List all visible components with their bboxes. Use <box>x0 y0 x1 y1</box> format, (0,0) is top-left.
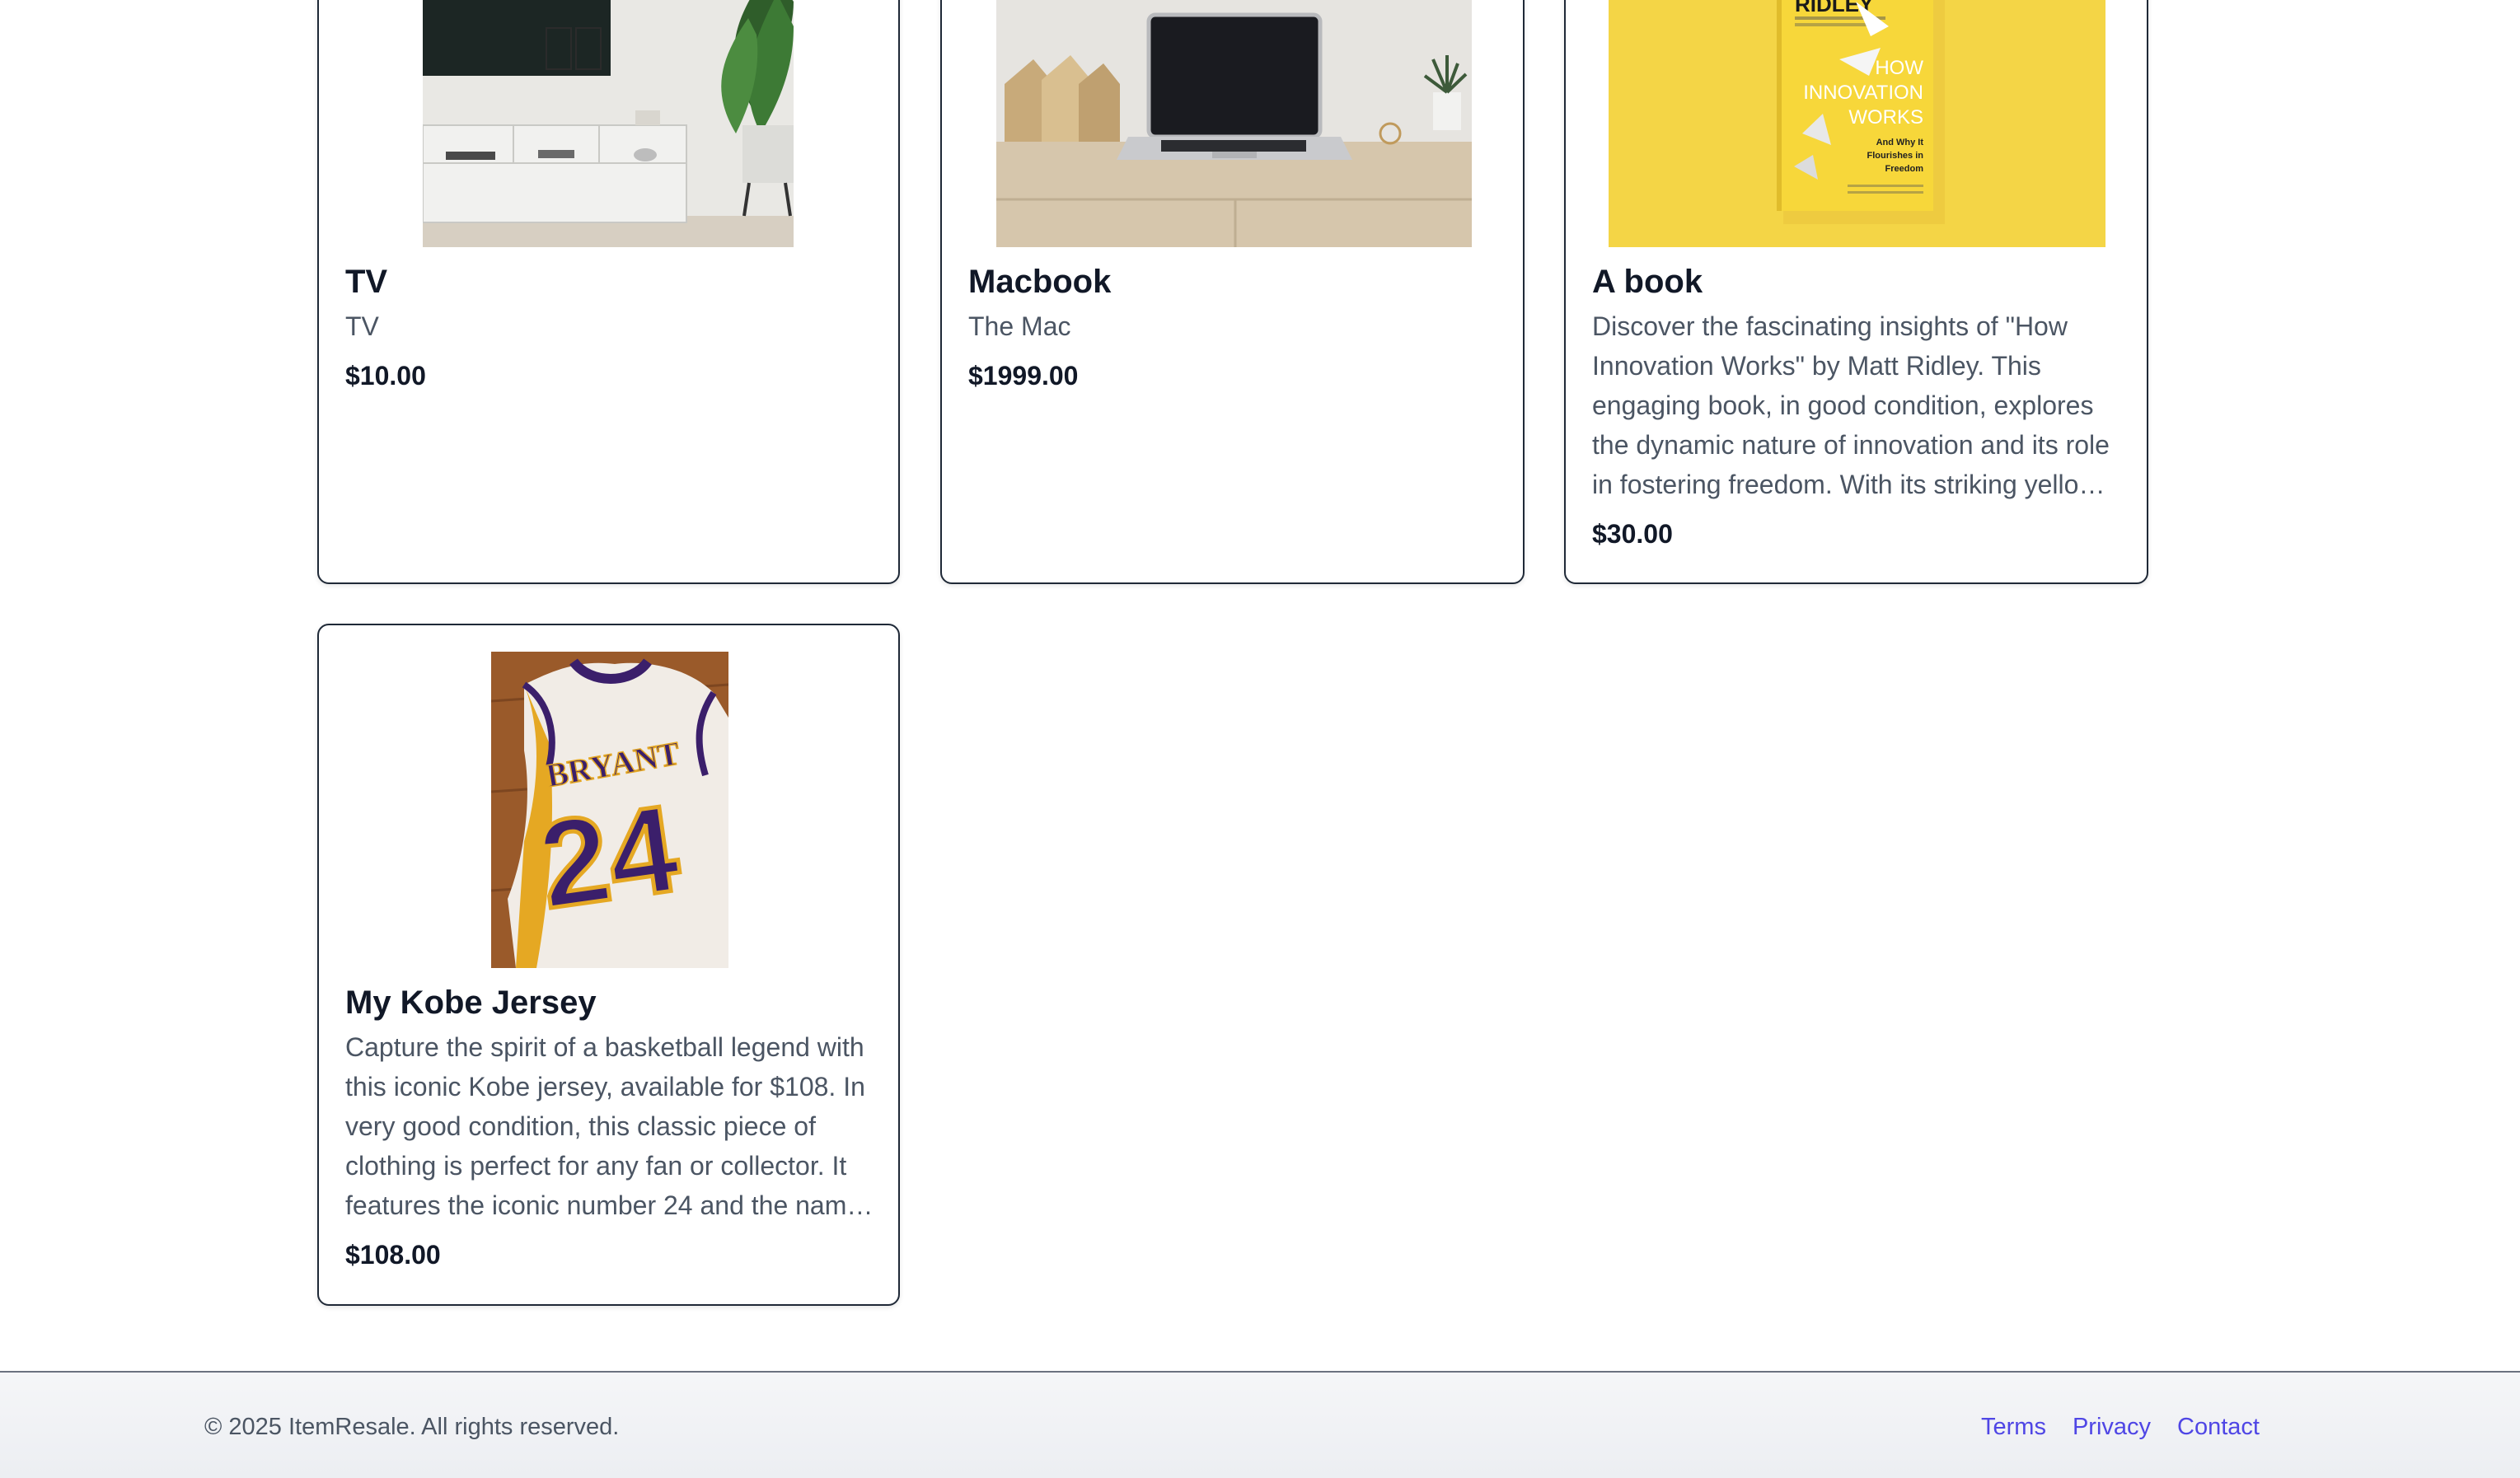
product-description: TV <box>345 311 379 341</box>
footer-copyright: © 2025 ItemResale. All rights reserved. <box>204 1414 620 1440</box>
product-description: Discover the fascinating insights of "Ho… <box>1592 311 2110 499</box>
product-price: $1999.00 <box>968 361 1079 391</box>
product-price: $108.00 <box>345 1240 441 1270</box>
product-description: Capture the spirit of a basketball legen… <box>345 1032 865 1220</box>
jersey-image: BRYANT 24 <box>491 652 728 968</box>
book-subtitle-line1: And Why It <box>1876 138 1924 147</box>
tv-room-image <box>423 0 794 247</box>
book-subtitle-line2: Flourishes in <box>1867 151 1924 161</box>
book-subtitle-line3: Freedom <box>1885 164 1924 174</box>
laptop-image <box>996 0 1472 247</box>
product-description: The Mac <box>968 311 1071 341</box>
footer-link-contact[interactable]: Contact <box>2177 1414 2260 1441</box>
product-image-tv <box>423 0 794 247</box>
footer-links: Terms Privacy Contact <box>1981 1414 2260 1441</box>
product-image-macbook <box>996 0 1472 247</box>
book-title-line3: WORKS <box>1848 106 1923 129</box>
footer-link-terms[interactable]: Terms <box>1981 1414 2046 1441</box>
footer-link-privacy[interactable]: Privacy <box>2073 1414 2151 1441</box>
product-title: TV <box>345 264 388 300</box>
product-title: My Kobe Jersey <box>345 985 597 1021</box>
jersey-number: 24 <box>531 779 686 935</box>
product-title: A book <box>1592 264 1703 300</box>
product-image-book: RIDLEY HOW INNOVATION WORKS And Why It F… <box>1609 0 2105 247</box>
product-card-jersey[interactable]: BRYANT 24 My Kobe Jersey Capture the spi… <box>317 624 900 1306</box>
book-cover-image: RIDLEY HOW INNOVATION WORKS And Why It F… <box>1609 0 2105 247</box>
product-card-macbook[interactable]: Macbook The Mac $1999.00 <box>940 0 1525 584</box>
product-title: Macbook <box>968 264 1112 300</box>
product-image-jersey: BRYANT 24 <box>491 652 728 968</box>
product-card-book[interactable]: RIDLEY HOW INNOVATION WORKS And Why It F… <box>1564 0 2148 584</box>
book-title-line2: INNOVATION <box>1803 82 1923 104</box>
book-title-line1: HOW <box>1875 57 1923 79</box>
product-card-tv[interactable]: TV TV $10.00 <box>317 0 900 584</box>
site-footer: © 2025 ItemResale. All rights reserved. … <box>0 1371 2520 1478</box>
product-price: $10.00 <box>345 361 426 391</box>
product-price: $30.00 <box>1592 519 1673 549</box>
